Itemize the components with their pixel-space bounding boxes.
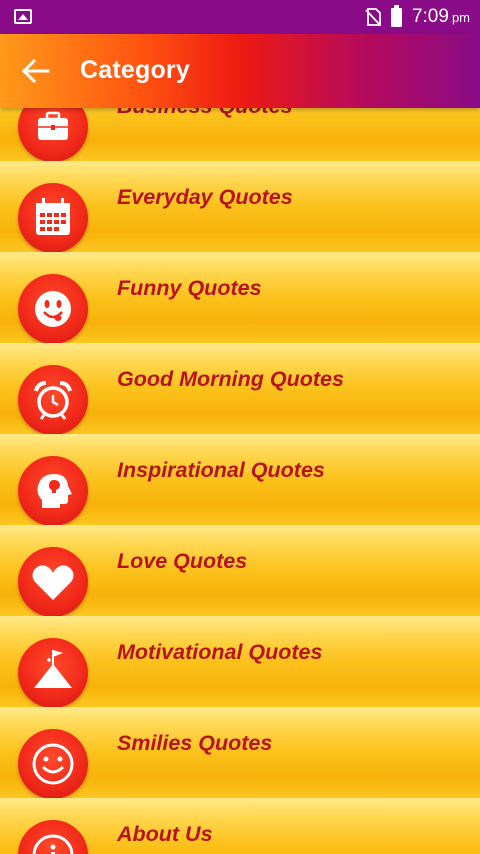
category-item-smilies[interactable]: Smilies Quotes [0, 707, 480, 799]
heart-icon [18, 547, 88, 617]
category-item-funny[interactable]: Funny Quotes [0, 252, 480, 344]
category-label: Love Quotes [117, 549, 248, 573]
battery-icon [390, 4, 402, 27]
category-item-love[interactable]: Love Quotes [0, 525, 480, 617]
category-label: Business Quotes [117, 108, 293, 119]
category-label: Motivational Quotes [117, 640, 323, 664]
category-label: Inspirational Quotes [117, 458, 325, 482]
category-item-everyday[interactable]: Everyday Quotes [0, 161, 480, 253]
arrow-left-icon [21, 58, 50, 84]
alarm-clock-icon [18, 365, 88, 435]
category-label: About Us [117, 822, 213, 846]
status-icons: 7:09 pm [365, 0, 470, 34]
status-bar: 7:09 pm [0, 0, 480, 34]
category-label: Smilies Quotes [117, 731, 273, 755]
mountain-flag-icon [18, 638, 88, 708]
app-bar: Category [0, 34, 480, 108]
ampm-text: pm [451, 10, 470, 25]
head-idea-icon [18, 456, 88, 526]
category-item-inspirational[interactable]: Inspirational Quotes [0, 434, 480, 526]
category-item-business[interactable]: Business Quotes [0, 108, 480, 162]
time-text: 7:09 [411, 6, 449, 27]
category-list[interactable]: Business Quotes Everyday Quotes [0, 108, 480, 854]
smiley-icon [18, 729, 88, 799]
about-icon [18, 820, 88, 854]
page-title: Category [80, 56, 190, 84]
category-item-about[interactable]: About Us [0, 798, 480, 854]
category-label: Funny Quotes [117, 276, 262, 300]
category-label: Good Morning Quotes [117, 367, 344, 391]
category-item-motivational[interactable]: Motivational Quotes [0, 616, 480, 708]
category-item-good-morning[interactable]: Good Morning Quotes [0, 343, 480, 435]
calendar-icon [18, 183, 88, 253]
back-button[interactable] [20, 56, 54, 86]
category-label: Everyday Quotes [117, 185, 293, 209]
no-sim-icon [365, 8, 381, 26]
funny-face-icon [18, 274, 88, 344]
image-notification-icon [14, 9, 32, 24]
briefcase-icon [18, 108, 88, 162]
status-time: 7:09 pm [412, 6, 470, 28]
